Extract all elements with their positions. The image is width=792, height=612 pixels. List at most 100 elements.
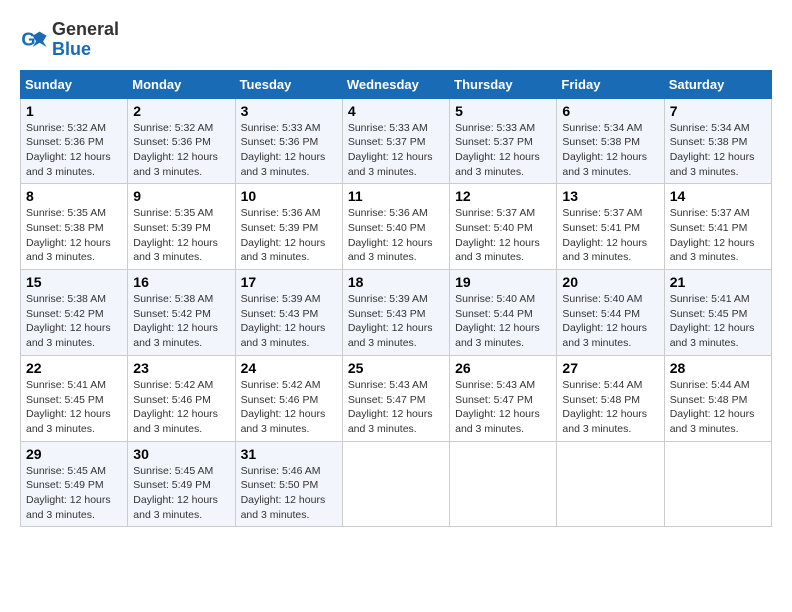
day-number: 1 [26, 103, 122, 119]
calendar-cell: 8 Sunrise: 5:35 AMSunset: 5:38 PMDayligh… [21, 184, 128, 270]
calendar-cell: 6 Sunrise: 5:34 AMSunset: 5:38 PMDayligh… [557, 98, 664, 184]
calendar-cell: 27 Sunrise: 5:44 AMSunset: 5:48 PMDaylig… [557, 355, 664, 441]
calendar-cell [450, 441, 557, 527]
calendar-cell: 5 Sunrise: 5:33 AMSunset: 5:37 PMDayligh… [450, 98, 557, 184]
day-detail: Sunrise: 5:39 AMSunset: 5:43 PMDaylight:… [241, 293, 326, 349]
day-detail: Sunrise: 5:39 AMSunset: 5:43 PMDaylight:… [348, 293, 433, 349]
calendar-cell: 28 Sunrise: 5:44 AMSunset: 5:48 PMDaylig… [664, 355, 771, 441]
svg-text:G: G [21, 29, 35, 49]
day-number: 17 [241, 274, 337, 290]
column-header-tuesday: Tuesday [235, 70, 342, 98]
column-header-monday: Monday [128, 70, 235, 98]
day-detail: Sunrise: 5:43 AMSunset: 5:47 PMDaylight:… [455, 379, 540, 435]
day-number: 30 [133, 446, 229, 462]
calendar-cell: 3 Sunrise: 5:33 AMSunset: 5:36 PMDayligh… [235, 98, 342, 184]
day-detail: Sunrise: 5:40 AMSunset: 5:44 PMDaylight:… [455, 293, 540, 349]
column-header-thursday: Thursday [450, 70, 557, 98]
calendar-cell: 14 Sunrise: 5:37 AMSunset: 5:41 PMDaylig… [664, 184, 771, 270]
day-number: 20 [562, 274, 658, 290]
calendar-cell: 20 Sunrise: 5:40 AMSunset: 5:44 PMDaylig… [557, 270, 664, 356]
calendar-cell: 9 Sunrise: 5:35 AMSunset: 5:39 PMDayligh… [128, 184, 235, 270]
logo-icon: G [20, 26, 48, 54]
calendar-cell: 16 Sunrise: 5:38 AMSunset: 5:42 PMDaylig… [128, 270, 235, 356]
day-detail: Sunrise: 5:40 AMSunset: 5:44 PMDaylight:… [562, 293, 647, 349]
day-number: 7 [670, 103, 766, 119]
day-detail: Sunrise: 5:43 AMSunset: 5:47 PMDaylight:… [348, 379, 433, 435]
day-detail: Sunrise: 5:33 AMSunset: 5:36 PMDaylight:… [241, 122, 326, 178]
day-detail: Sunrise: 5:38 AMSunset: 5:42 PMDaylight:… [133, 293, 218, 349]
day-detail: Sunrise: 5:35 AMSunset: 5:39 PMDaylight:… [133, 207, 218, 263]
day-number: 13 [562, 188, 658, 204]
calendar-cell [664, 441, 771, 527]
day-detail: Sunrise: 5:36 AMSunset: 5:40 PMDaylight:… [348, 207, 433, 263]
calendar-cell: 24 Sunrise: 5:42 AMSunset: 5:46 PMDaylig… [235, 355, 342, 441]
day-detail: Sunrise: 5:33 AMSunset: 5:37 PMDaylight:… [348, 122, 433, 178]
calendar-week-1: 1 Sunrise: 5:32 AMSunset: 5:36 PMDayligh… [21, 98, 772, 184]
day-detail: Sunrise: 5:37 AMSunset: 5:40 PMDaylight:… [455, 207, 540, 263]
calendar-cell: 25 Sunrise: 5:43 AMSunset: 5:47 PMDaylig… [342, 355, 449, 441]
calendar-cell: 22 Sunrise: 5:41 AMSunset: 5:45 PMDaylig… [21, 355, 128, 441]
day-number: 6 [562, 103, 658, 119]
calendar-cell: 10 Sunrise: 5:36 AMSunset: 5:39 PMDaylig… [235, 184, 342, 270]
day-number: 16 [133, 274, 229, 290]
day-detail: Sunrise: 5:37 AMSunset: 5:41 PMDaylight:… [562, 207, 647, 263]
day-number: 26 [455, 360, 551, 376]
column-header-friday: Friday [557, 70, 664, 98]
day-detail: Sunrise: 5:32 AMSunset: 5:36 PMDaylight:… [26, 122, 111, 178]
calendar-week-4: 22 Sunrise: 5:41 AMSunset: 5:45 PMDaylig… [21, 355, 772, 441]
calendar-week-2: 8 Sunrise: 5:35 AMSunset: 5:38 PMDayligh… [21, 184, 772, 270]
day-number: 3 [241, 103, 337, 119]
day-number: 14 [670, 188, 766, 204]
day-number: 29 [26, 446, 122, 462]
day-number: 18 [348, 274, 444, 290]
day-detail: Sunrise: 5:33 AMSunset: 5:37 PMDaylight:… [455, 122, 540, 178]
day-number: 28 [670, 360, 766, 376]
calendar-cell [342, 441, 449, 527]
day-detail: Sunrise: 5:32 AMSunset: 5:36 PMDaylight:… [133, 122, 218, 178]
calendar-cell: 15 Sunrise: 5:38 AMSunset: 5:42 PMDaylig… [21, 270, 128, 356]
day-detail: Sunrise: 5:38 AMSunset: 5:42 PMDaylight:… [26, 293, 111, 349]
day-number: 4 [348, 103, 444, 119]
day-detail: Sunrise: 5:41 AMSunset: 5:45 PMDaylight:… [670, 293, 755, 349]
calendar-cell: 29 Sunrise: 5:45 AMSunset: 5:49 PMDaylig… [21, 441, 128, 527]
calendar-cell: 12 Sunrise: 5:37 AMSunset: 5:40 PMDaylig… [450, 184, 557, 270]
calendar-cell: 13 Sunrise: 5:37 AMSunset: 5:41 PMDaylig… [557, 184, 664, 270]
calendar-cell: 31 Sunrise: 5:46 AMSunset: 5:50 PMDaylig… [235, 441, 342, 527]
day-number: 10 [241, 188, 337, 204]
day-number: 5 [455, 103, 551, 119]
day-detail: Sunrise: 5:44 AMSunset: 5:48 PMDaylight:… [562, 379, 647, 435]
calendar-cell: 17 Sunrise: 5:39 AMSunset: 5:43 PMDaylig… [235, 270, 342, 356]
day-detail: Sunrise: 5:35 AMSunset: 5:38 PMDaylight:… [26, 207, 111, 263]
day-detail: Sunrise: 5:46 AMSunset: 5:50 PMDaylight:… [241, 465, 326, 521]
day-detail: Sunrise: 5:42 AMSunset: 5:46 PMDaylight:… [133, 379, 218, 435]
column-header-saturday: Saturday [664, 70, 771, 98]
calendar-cell: 1 Sunrise: 5:32 AMSunset: 5:36 PMDayligh… [21, 98, 128, 184]
day-detail: Sunrise: 5:44 AMSunset: 5:48 PMDaylight:… [670, 379, 755, 435]
calendar-cell: 26 Sunrise: 5:43 AMSunset: 5:47 PMDaylig… [450, 355, 557, 441]
column-header-sunday: Sunday [21, 70, 128, 98]
day-number: 27 [562, 360, 658, 376]
calendar-table: SundayMondayTuesdayWednesdayThursdayFrid… [20, 70, 772, 528]
day-detail: Sunrise: 5:45 AMSunset: 5:49 PMDaylight:… [133, 465, 218, 521]
calendar-cell: 4 Sunrise: 5:33 AMSunset: 5:37 PMDayligh… [342, 98, 449, 184]
calendar-cell: 19 Sunrise: 5:40 AMSunset: 5:44 PMDaylig… [450, 270, 557, 356]
day-number: 8 [26, 188, 122, 204]
day-detail: Sunrise: 5:41 AMSunset: 5:45 PMDaylight:… [26, 379, 111, 435]
calendar-cell: 2 Sunrise: 5:32 AMSunset: 5:36 PMDayligh… [128, 98, 235, 184]
day-number: 22 [26, 360, 122, 376]
day-detail: Sunrise: 5:45 AMSunset: 5:49 PMDaylight:… [26, 465, 111, 521]
day-detail: Sunrise: 5:42 AMSunset: 5:46 PMDaylight:… [241, 379, 326, 435]
day-detail: Sunrise: 5:36 AMSunset: 5:39 PMDaylight:… [241, 207, 326, 263]
day-detail: Sunrise: 5:34 AMSunset: 5:38 PMDaylight:… [670, 122, 755, 178]
day-number: 19 [455, 274, 551, 290]
day-number: 31 [241, 446, 337, 462]
page-header: G GeneralBlue [20, 20, 772, 60]
calendar-cell: 30 Sunrise: 5:45 AMSunset: 5:49 PMDaylig… [128, 441, 235, 527]
calendar-cell: 21 Sunrise: 5:41 AMSunset: 5:45 PMDaylig… [664, 270, 771, 356]
day-number: 23 [133, 360, 229, 376]
calendar-cell [557, 441, 664, 527]
day-number: 15 [26, 274, 122, 290]
logo-text: GeneralBlue [52, 20, 119, 60]
day-number: 12 [455, 188, 551, 204]
day-number: 11 [348, 188, 444, 204]
